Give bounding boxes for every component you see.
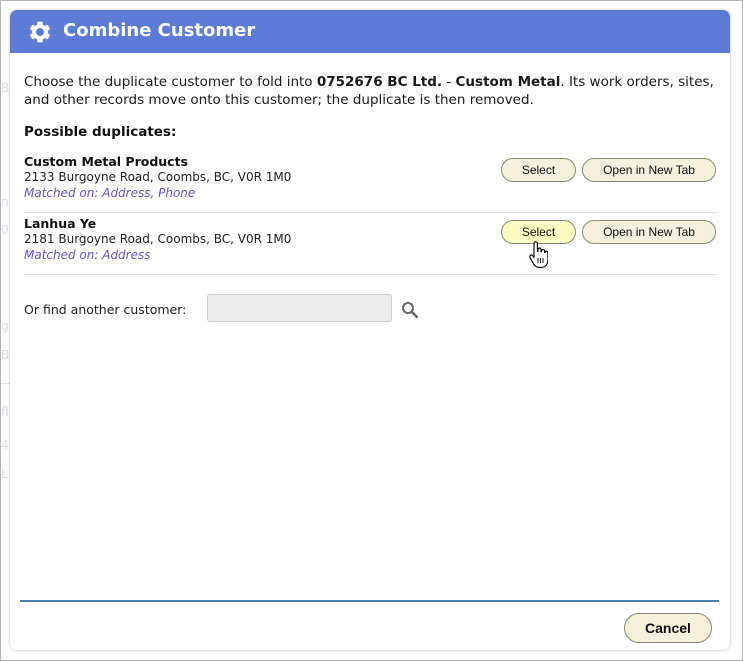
dialog-title-bar: Combine Customer: [10, 10, 730, 53]
duplicate-address: 2181 Burgoyne Road, Coombs, BC, V0R 1M0: [24, 232, 292, 246]
target-customer-id: 0752676 BC Ltd.: [316, 74, 443, 90]
cancel-button[interactable]: Cancel: [624, 613, 712, 643]
duplicate-row: Custom Metal Products 2133 Burgoyne Road…: [24, 150, 717, 213]
select-button[interactable]: Select: [501, 158, 576, 182]
background-fragment: 0: [1, 223, 9, 237]
duplicate-match-reason: Matched on: Address: [24, 248, 151, 262]
search-icon[interactable]: [401, 301, 419, 319]
background-fragment: B: [1, 348, 10, 362]
background-fragment: n: [1, 195, 9, 209]
background-fragment: fl: [1, 405, 9, 419]
duplicate-address: 2133 Burgoyne Road, Coombs, BC, V0R 1M0: [24, 170, 292, 184]
find-customer-input[interactable]: [207, 294, 392, 322]
intro-text: Choose the duplicate customer to fold in…: [24, 74, 719, 109]
hand-pointer-icon: [529, 241, 548, 268]
intro-separator: -: [442, 74, 456, 90]
duplicate-name: Lanhua Ye: [24, 216, 97, 231]
combine-customer-dialog: Combine Customer Choose the duplicate cu…: [10, 10, 730, 650]
duplicate-name: Custom Metal Products: [24, 154, 189, 169]
background-fragment: B: [1, 81, 10, 95]
open-in-new-tab-button[interactable]: Open in New Tab: [582, 158, 716, 182]
target-customer-name: Custom Metal: [455, 74, 561, 90]
dialog-title: Combine Customer: [63, 20, 256, 41]
duplicate-match-reason: Matched on: Address, Phone: [24, 186, 196, 200]
footer-divider: [20, 600, 719, 602]
possible-duplicates-heading: Possible duplicates:: [24, 124, 177, 140]
background-fragment: g: [1, 319, 9, 333]
intro-prefix: Choose the duplicate customer to fold in…: [24, 74, 317, 90]
background-fragment: L: [1, 467, 8, 481]
gear-icon: [29, 21, 51, 43]
duplicate-row: Lanhua Ye 2181 Burgoyne Road, Coombs, BC…: [24, 212, 717, 275]
open-in-new-tab-button[interactable]: Open in New Tab: [582, 220, 716, 244]
background-divider: [1, 383, 10, 384]
find-customer-label: Or find another customer:: [24, 302, 187, 317]
